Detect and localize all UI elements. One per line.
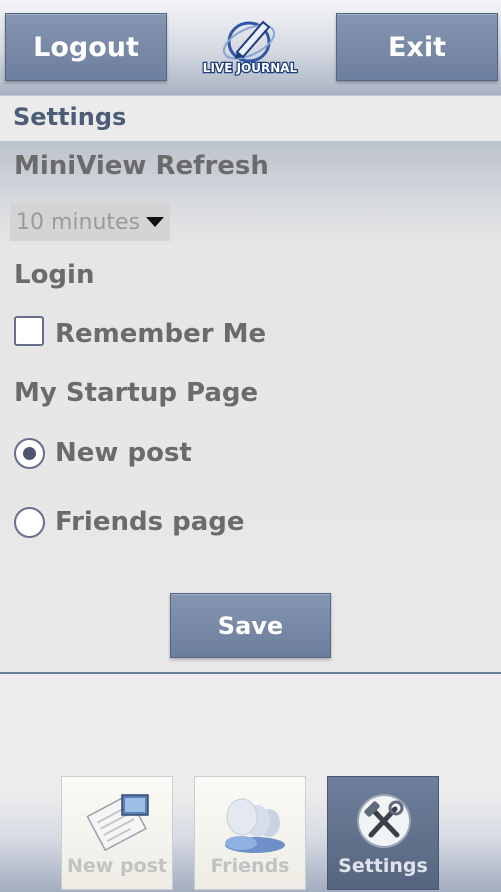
app-header: Logout LIVE JOURNAL Exit [0,0,501,95]
new-post-icon [86,793,149,852]
livejournal-logo: LIVE JOURNAL [185,12,315,82]
tab-new-post-label: New post [66,855,167,877]
logo-text: LIVE JOURNAL [203,61,298,75]
friends-icon [225,798,285,853]
startup-page-label: My Startup Page [14,378,259,408]
startup-friends-page-label: Friends page [55,507,245,537]
startup-friends-page-radio[interactable] [14,507,45,538]
logout-button[interactable]: Logout [5,13,167,81]
miniview-refresh-label: MiniView Refresh [14,151,269,181]
exit-button[interactable]: Exit [336,13,498,81]
refresh-interval-value: 10 minutes [16,209,141,235]
settings-icon [357,794,411,848]
chevron-down-icon [146,217,165,227]
remember-me-label: Remember Me [55,319,267,349]
save-button[interactable]: Save [170,593,331,658]
page-title: Settings [13,103,127,131]
tab-settings-label: Settings [338,855,428,877]
tab-new-post[interactable]: New post [61,776,173,890]
subtitle-bar: Settings [0,95,501,142]
startup-new-post-radio[interactable] [14,438,45,469]
settings-panel: MiniView Refresh 10 minutes Login Rememb… [0,141,501,673]
startup-new-post-label: New post [55,438,192,468]
tab-settings[interactable]: Settings [327,776,439,890]
tab-friends[interactable]: Friends [194,776,306,890]
radio-selected-dot [23,447,36,460]
livejournal-logo-icon: LIVE JOURNAL [202,20,299,76]
remember-me-checkbox[interactable] [14,316,44,346]
refresh-interval-select[interactable]: 10 minutes [10,203,170,241]
login-label: Login [14,260,95,290]
tab-friends-label: Friends [210,855,290,877]
